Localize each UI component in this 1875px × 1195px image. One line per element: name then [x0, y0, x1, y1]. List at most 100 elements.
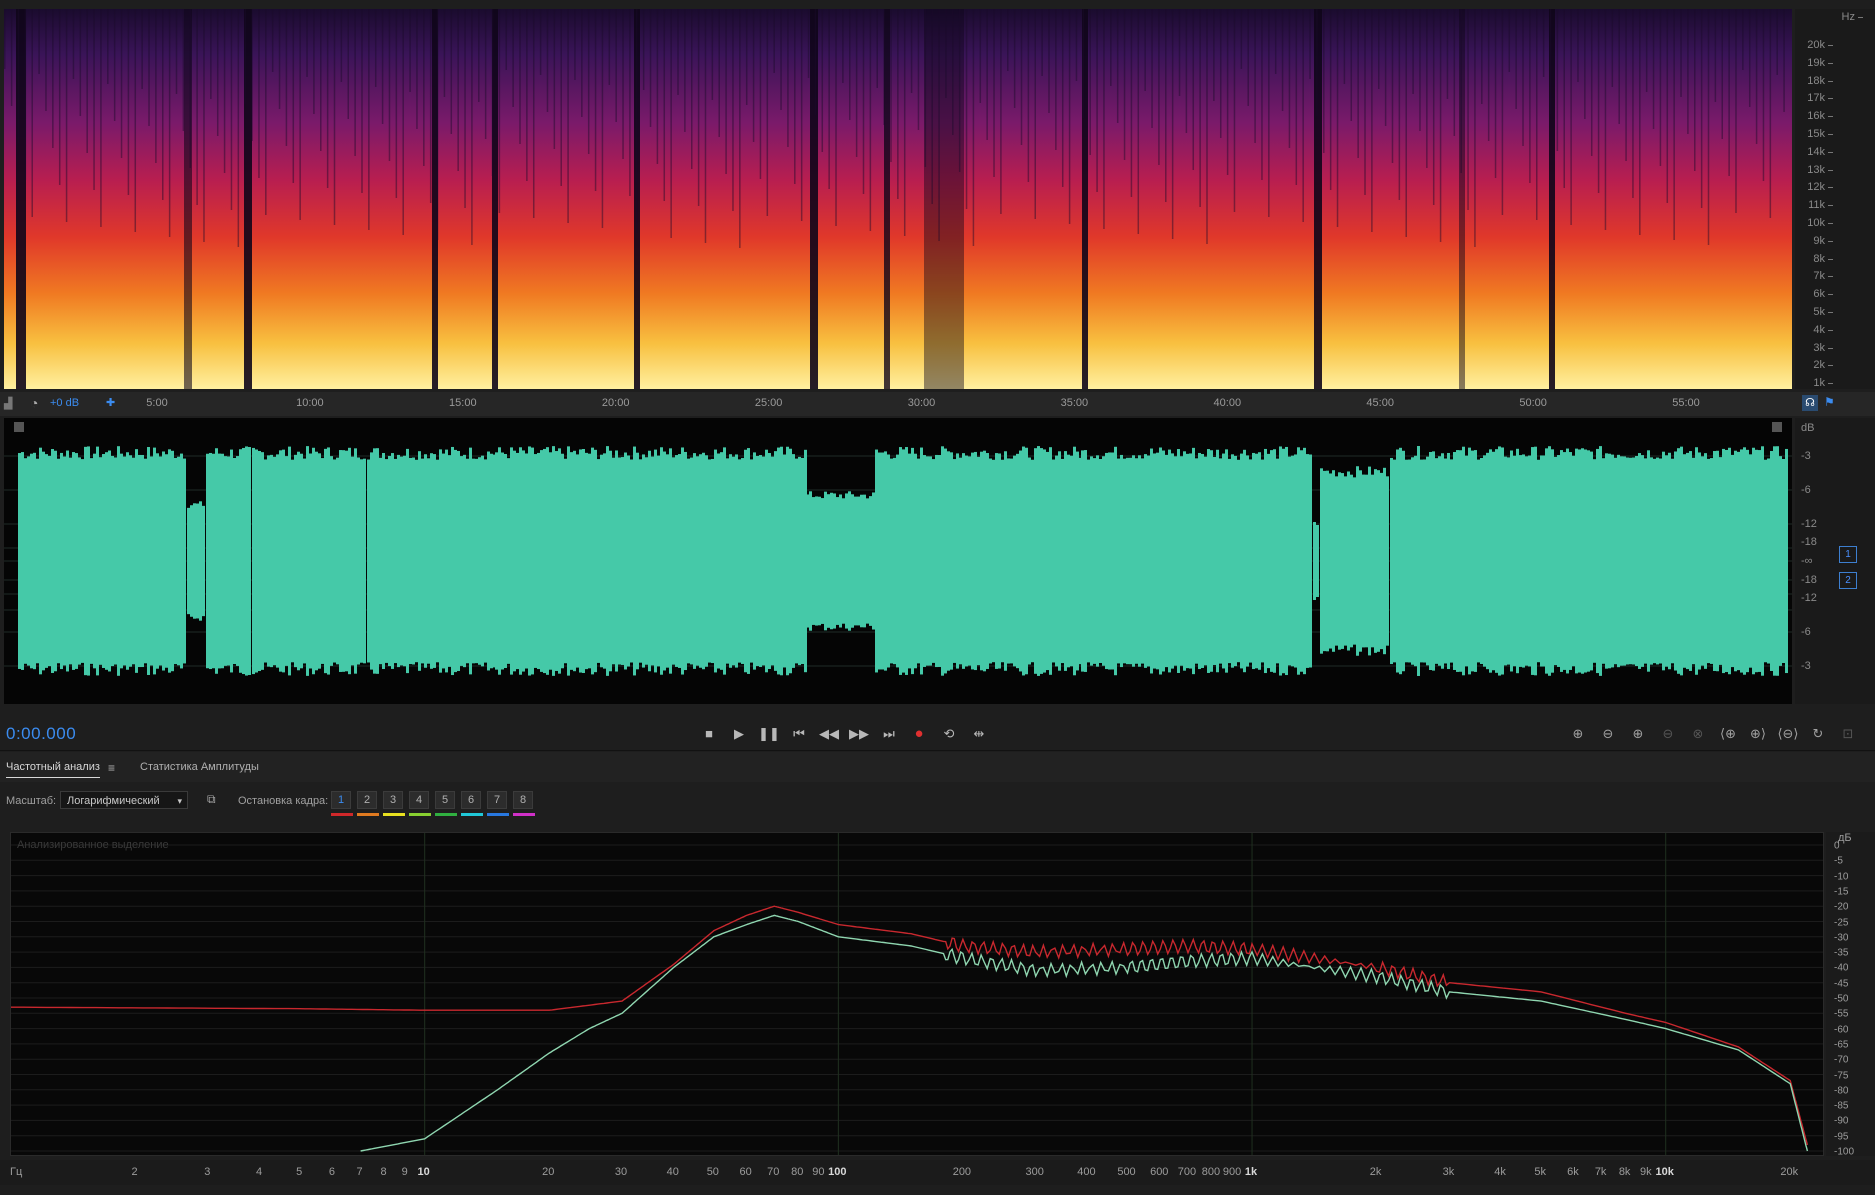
pause-icon[interactable]: ❚❚	[757, 722, 781, 746]
spectrogram-streak	[1611, 9, 1614, 87]
waveform-display[interactable]	[4, 418, 1792, 704]
freeze-frame-button-3[interactable]: 3	[383, 791, 403, 809]
spectrogram-streak	[945, 9, 947, 98]
waveform-column	[415, 459, 418, 663]
waveform-column	[1444, 458, 1447, 664]
waveform-column	[869, 496, 872, 626]
freeze-frame-button-6[interactable]: 6	[461, 791, 481, 809]
copy-icon[interactable]: ⧉	[207, 792, 216, 807]
loop-icon[interactable]: ⟲	[937, 722, 961, 746]
fade-in-handle-icon[interactable]	[14, 422, 24, 432]
spectrogram-streak	[1398, 9, 1401, 200]
spectrogram-streak	[1563, 9, 1565, 188]
spectrogram-streak	[1261, 9, 1263, 180]
zoom-in-start-icon[interactable]: ⟨⊕	[1716, 723, 1740, 745]
spectrogram-streak	[1501, 9, 1504, 215]
hybrid-knob-icon[interactable]: ◔	[30, 395, 38, 411]
waveform-column	[908, 453, 911, 669]
play-icon[interactable]: ▶	[727, 722, 751, 746]
stop-icon[interactable]: ■	[697, 722, 721, 746]
channel-1-toggle[interactable]: 1	[1839, 546, 1857, 563]
pin-icon[interactable]: ✚	[106, 396, 115, 409]
waveform-column	[330, 456, 333, 666]
spectrum-frequency-axis: Гц 2 3 4 5 6 7 8 9 10 20 30 40 50 60 70 80 90 100 200 300 40…	[0, 1160, 1875, 1185]
spectrogram-streak	[587, 9, 590, 154]
waveform-column	[956, 453, 959, 669]
waveform-column	[582, 449, 585, 673]
spectral-frequency-display[interactable]	[4, 9, 1792, 389]
waveform-column	[1716, 450, 1719, 672]
zoom-out-full-icon[interactable]: ⟨⊖⟩	[1776, 723, 1800, 745]
freeze-frame-button-8[interactable]: 8	[513, 791, 533, 809]
spectrum-db-tick: -90	[1834, 1115, 1849, 1127]
freeze-frame-button-7[interactable]: 7	[487, 791, 507, 809]
zoom-reset-icon[interactable]: ⊡	[1836, 723, 1860, 745]
zoom-full-icon[interactable]: ⊗	[1686, 723, 1710, 745]
spectrogram-streak	[1755, 9, 1758, 144]
waveform-column	[1722, 448, 1725, 674]
freeze-frame-button-2[interactable]: 2	[357, 791, 377, 809]
skip-end-icon[interactable]: ⏭	[877, 722, 901, 746]
skip-selection-icon[interactable]: ⇹	[967, 722, 991, 746]
frequency-spectrum-canvas[interactable]	[11, 833, 1823, 1155]
spectrum-freq-tick: 6	[328, 1166, 335, 1178]
spectrogram-streak	[223, 9, 226, 173]
amplitude-tick: -6	[1801, 484, 1811, 496]
current-time-display[interactable]: 0:00.000	[6, 724, 76, 744]
spectrogram-streak	[979, 9, 982, 103]
fast-forward-icon[interactable]: ▶▶	[847, 722, 871, 746]
waveform-column	[714, 449, 717, 673]
waveform-column	[1396, 449, 1399, 673]
marker-icon[interactable]: ⚑	[1824, 395, 1835, 409]
skip-start-icon[interactable]: ⏮	[787, 722, 811, 746]
freeze-frame-button-4[interactable]: 4	[409, 791, 429, 809]
waveform-canvas[interactable]	[4, 418, 1792, 704]
waveform-column	[291, 459, 294, 663]
fade-out-handle-icon[interactable]	[1772, 422, 1782, 432]
zoom-in-end-icon[interactable]: ⊕⟩	[1746, 723, 1770, 745]
zoom-out-time-icon[interactable]: ⊖	[1656, 723, 1680, 745]
waveform-column	[433, 454, 436, 668]
frequency-analysis-graph[interactable]: Анализированное выделение	[10, 832, 1824, 1156]
freeze-frame-color-2	[357, 813, 379, 816]
spectrogram-canvas[interactable]	[4, 9, 1792, 389]
zoom-out-amplitude-icon[interactable]: ⊖	[1596, 723, 1620, 745]
freeze-frame-button-1[interactable]: 1	[331, 791, 351, 809]
record-icon[interactable]: ●	[907, 722, 931, 746]
spectrogram-streak	[388, 9, 391, 161]
volume-level-label[interactable]: +0 dB	[50, 397, 79, 409]
waveform-column	[451, 446, 454, 676]
headphones-icon[interactable]: ☊	[1802, 395, 1818, 411]
waveform-column	[911, 447, 914, 675]
spectrogram-streak	[175, 9, 178, 94]
waveform-column	[1171, 453, 1174, 669]
spectrogram-streak	[1144, 9, 1146, 91]
spectrum-freq-tick: 80	[791, 1166, 804, 1178]
spectrogram-streak	[1247, 9, 1249, 106]
waveform-column	[126, 452, 129, 670]
channel-2-toggle[interactable]: 2	[1839, 572, 1857, 589]
zoom-selection-icon[interactable]: ↻	[1806, 723, 1830, 745]
waveform-column	[1025, 447, 1028, 675]
zoom-in-time-icon[interactable]: ⊕	[1626, 723, 1650, 745]
panel-menu-icon[interactable]: ≡	[108, 761, 115, 775]
waveform-column	[153, 447, 156, 675]
level-meter-icon[interactable]: ▟	[4, 397, 12, 410]
spectrum-freq-tick: 2k	[1369, 1166, 1382, 1178]
freeze-frame-button-5[interactable]: 5	[435, 791, 455, 809]
waveform-column	[165, 454, 168, 668]
timeline-ruler[interactable]: ▟ ◔ +0 dB ✚ 5:00 10:00 15:00 20:00 25:00 30:0…	[0, 392, 1875, 416]
scale-dropdown[interactable]: Логарифмический ▾	[60, 791, 188, 809]
spectrogram-streak	[1405, 9, 1407, 237]
tab-amplitude-statistics[interactable]: Статистика Амплитуды	[140, 761, 259, 773]
tab-frequency-analysis[interactable]: Частотный анализ	[6, 761, 100, 778]
waveform-column	[687, 458, 690, 664]
waveform-column	[1076, 451, 1079, 671]
zoom-in-amplitude-icon[interactable]: ⊕	[1566, 723, 1590, 745]
waveform-column	[318, 453, 321, 669]
spectrogram-streak	[216, 9, 219, 136]
spectrogram-streak	[1137, 9, 1140, 234]
waveform-column	[848, 491, 851, 631]
spectrogram-streak	[794, 9, 796, 184]
rewind-icon[interactable]: ◀◀	[817, 722, 841, 746]
